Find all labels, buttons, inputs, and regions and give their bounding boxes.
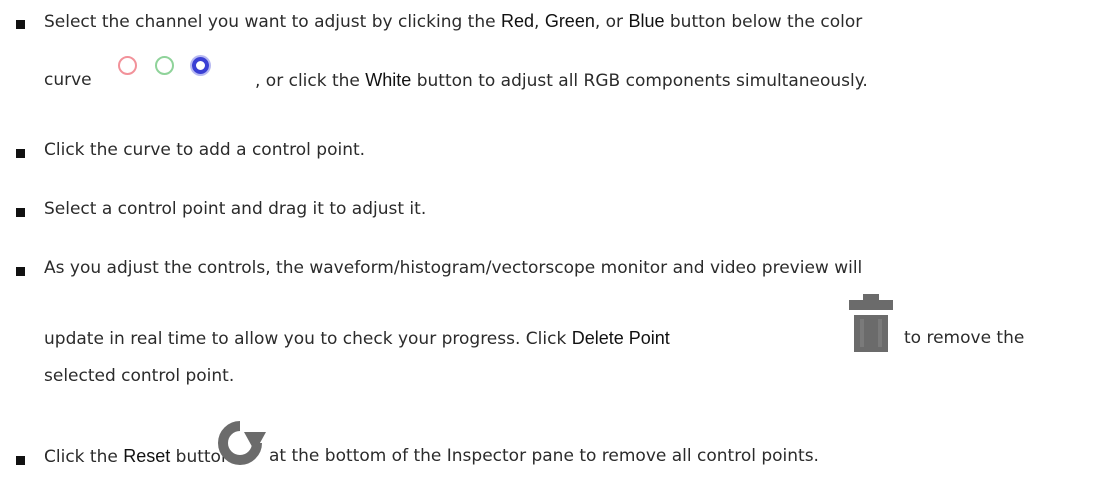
bullet bbox=[16, 208, 25, 217]
red-circle-icon bbox=[118, 55, 137, 75]
red-label: Red bbox=[500, 11, 534, 31]
green-label: Green bbox=[544, 11, 595, 31]
trash-icon bbox=[849, 294, 893, 352]
delete-point-label: Delete Point bbox=[571, 328, 670, 348]
text-line: Click the Reset button bbox=[44, 446, 232, 467]
green-circle-icon bbox=[155, 55, 174, 75]
reset-icon bbox=[218, 421, 266, 465]
blue-label: Blue bbox=[628, 11, 665, 31]
text-line: As you adjust the controls, the waveform… bbox=[44, 258, 863, 278]
blue-circle-icon bbox=[192, 56, 209, 74]
text-line: Select the channel you want to adjust by… bbox=[44, 11, 863, 32]
text-line: , or click the White button to adjust al… bbox=[255, 70, 868, 91]
text-line: Select a control point and drag it to ad… bbox=[44, 199, 427, 219]
text-line: Click the curve to add a control point. bbox=[44, 140, 366, 160]
text-line: to remove the bbox=[904, 328, 1025, 348]
channel-icons bbox=[118, 55, 227, 75]
reset-label: Reset bbox=[123, 446, 171, 466]
bullet bbox=[16, 456, 25, 465]
text-line: curve bbox=[44, 70, 92, 90]
white-label: White bbox=[365, 70, 412, 90]
bullet bbox=[16, 267, 25, 276]
text-line: update in real time to allow you to chec… bbox=[44, 328, 670, 349]
text-line: selected control point. bbox=[44, 366, 235, 386]
bullet bbox=[16, 20, 25, 29]
bullet bbox=[16, 149, 25, 158]
text-line: at the bottom of the Inspector pane to r… bbox=[269, 446, 819, 466]
